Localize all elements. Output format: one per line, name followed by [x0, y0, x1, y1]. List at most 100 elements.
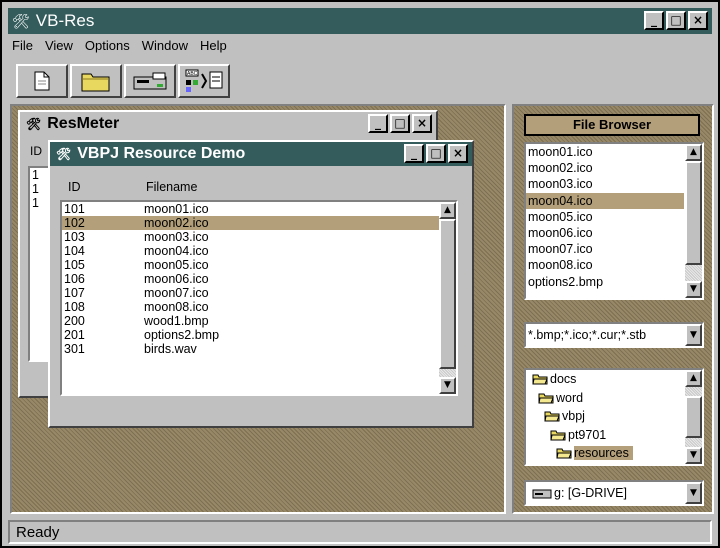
drive-value: g: [G-DRIVE] — [554, 486, 627, 500]
list-item[interactable]: options2.bmp — [526, 274, 684, 290]
status-bar: Ready — [8, 520, 712, 544]
list-item[interactable]: moon07.ico — [526, 241, 684, 257]
chevron-down-icon[interactable]: ▼ — [685, 324, 702, 346]
demo-title-bar[interactable]: 🛠 VBPJ Resource Demo _ □ × — [50, 142, 472, 166]
resmeter-close-button[interactable]: × — [412, 114, 432, 133]
demo-vertical-scrollbar[interactable]: ▲ ▼ — [439, 202, 456, 394]
new-document-icon — [34, 71, 50, 91]
file-filter-combo[interactable]: *.bmp;*.ico;*.cur;*.stb ▼ — [524, 322, 704, 348]
row-id: 102 — [64, 216, 85, 230]
open-button[interactable] — [70, 64, 122, 98]
close-button[interactable]: × — [688, 11, 708, 30]
new-button[interactable] — [16, 64, 68, 98]
demo-close-button[interactable]: × — [448, 144, 468, 163]
menu-file[interactable]: File — [12, 38, 33, 53]
list-item[interactable]: moon01.ico — [526, 144, 684, 160]
table-row[interactable]: 301 birds.wav — [62, 342, 456, 356]
table-row[interactable]: 107 moon07.ico — [62, 286, 456, 300]
menu-help[interactable]: Help — [200, 38, 227, 53]
mdi-workspace: 🛠 ResMeter _ □ × ID 1 1 1 🛠 VBPJ Resourc… — [10, 104, 506, 514]
minimize-button[interactable]: _ — [644, 11, 664, 30]
open-folder-icon — [81, 73, 110, 92]
directory-item[interactable]: docs — [526, 370, 702, 389]
resmeter-maximize-button[interactable]: □ — [390, 114, 410, 133]
row-filename: birds.wav — [144, 342, 197, 356]
demo-minimize-button[interactable]: _ — [404, 144, 424, 163]
list-item[interactable]: moon03.ico — [526, 176, 684, 192]
list-item[interactable]: moon08.ico — [526, 257, 684, 273]
table-row[interactable]: 200 wood1.bmp — [62, 314, 456, 328]
list-item[interactable]: moon02.ico — [526, 160, 684, 176]
table-row[interactable]: 105 moon05.ico — [62, 258, 456, 272]
row-id: 108 — [64, 300, 85, 314]
row-filename: moon04.ico — [144, 244, 209, 258]
directory-label: pt9701 — [568, 427, 607, 442]
resource-compile-icon: ABC — [185, 69, 223, 92]
maximize-button[interactable]: □ — [666, 11, 686, 30]
row-filename: moon07.ico — [144, 286, 209, 300]
directory-scrollbar[interactable]: ▲ ▼ — [685, 370, 702, 464]
svg-text:ABC: ABC — [187, 71, 198, 77]
file-browser-panel: File Browser moon01.ico moon02.ico moon03.… — [512, 104, 714, 514]
table-row[interactable]: 102 moon02.ico — [62, 216, 456, 230]
row-filename: moon03.ico — [144, 230, 209, 244]
drive-combo[interactable]: g: [G-DRIVE] ▼ — [524, 480, 704, 506]
table-row[interactable]: 101 moon01.ico — [62, 202, 456, 216]
drive-icon — [532, 489, 552, 499]
directory-list[interactable]: docs word vbpj pt9701 resources ▲ ▼ — [524, 368, 704, 466]
directory-item[interactable]: word — [526, 389, 702, 408]
chevron-down-icon[interactable]: ▼ — [685, 482, 702, 504]
dir-scroll-thumb[interactable] — [685, 396, 702, 438]
menu-window[interactable]: Window — [142, 38, 188, 53]
row-id: 201 — [64, 328, 85, 342]
dir-scroll-up-button[interactable]: ▲ — [685, 370, 702, 387]
file-scroll-down-button[interactable]: ▼ — [685, 281, 702, 298]
resmeter-title: ResMeter — [47, 115, 120, 132]
folder-open-icon — [544, 411, 560, 422]
row-id: 106 — [64, 272, 85, 286]
app-window: 🛠 VB-Res _ □ × File View Options Window … — [0, 0, 720, 548]
demo-title: VBPJ Resource Demo — [77, 145, 246, 162]
table-row[interactable]: 201 options2.bmp — [62, 328, 456, 342]
directory-label: resources — [574, 446, 633, 461]
row-filename: moon08.ico — [144, 300, 209, 314]
file-scroll-thumb[interactable] — [685, 161, 702, 265]
table-row[interactable]: 108 moon08.ico — [62, 300, 456, 314]
directory-item[interactable]: pt9701 — [526, 426, 702, 445]
row-filename: options2.bmp — [144, 328, 220, 342]
directory-label: docs — [550, 372, 577, 387]
drive-button[interactable] — [124, 64, 176, 98]
dir-scroll-down-button[interactable]: ▼ — [685, 447, 702, 464]
row-filename: moon01.ico — [144, 202, 209, 216]
scroll-thumb[interactable] — [439, 219, 456, 369]
file-list-scrollbar[interactable]: ▲ ▼ — [685, 144, 702, 298]
demo-resource-list[interactable]: 101 moon01.ico 102 moon02.ico 103 moon03.ico 1… — [60, 200, 458, 396]
row-filename: moon02.ico — [144, 216, 209, 230]
drive-icon — [133, 72, 167, 90]
folder-open-icon — [532, 374, 548, 385]
list-item[interactable]: moon06.ico — [526, 225, 684, 241]
demo-column-filename: Filename — [146, 180, 198, 194]
table-row[interactable]: 103 moon03.ico — [62, 230, 456, 244]
list-item[interactable]: moon05.ico — [526, 209, 684, 225]
directory-label: vbpj — [562, 409, 585, 424]
scroll-up-button[interactable]: ▲ — [439, 202, 456, 219]
menu-bar: File View Options Window Help — [12, 38, 227, 53]
directory-item[interactable]: resources — [526, 444, 702, 463]
table-row[interactable]: 106 moon06.ico — [62, 272, 456, 286]
directory-item[interactable]: vbpj — [526, 407, 702, 426]
demo-maximize-button[interactable]: □ — [426, 144, 446, 163]
resmeter-title-bar[interactable]: 🛠 ResMeter _ □ × — [20, 112, 436, 136]
resmeter-minimize-button[interactable]: _ — [368, 114, 388, 133]
menu-view[interactable]: View — [45, 38, 73, 53]
file-list[interactable]: moon01.ico moon02.ico moon03.ico moon04.ico… — [524, 142, 704, 300]
table-row[interactable]: 104 moon04.ico — [62, 244, 456, 258]
file-scroll-up-button[interactable]: ▲ — [685, 144, 702, 161]
menu-options[interactable]: Options — [85, 38, 130, 53]
resource-button[interactable]: ABC — [178, 64, 230, 98]
demo-window[interactable]: 🛠 VBPJ Resource Demo _ □ × ID Filename 1… — [48, 140, 474, 428]
row-filename: moon06.ico — [144, 272, 209, 286]
list-item[interactable]: moon04.ico — [526, 192, 684, 209]
app-title-bar[interactable]: 🛠 VB-Res _ □ × — [8, 8, 712, 34]
scroll-down-button[interactable]: ▼ — [439, 377, 456, 394]
